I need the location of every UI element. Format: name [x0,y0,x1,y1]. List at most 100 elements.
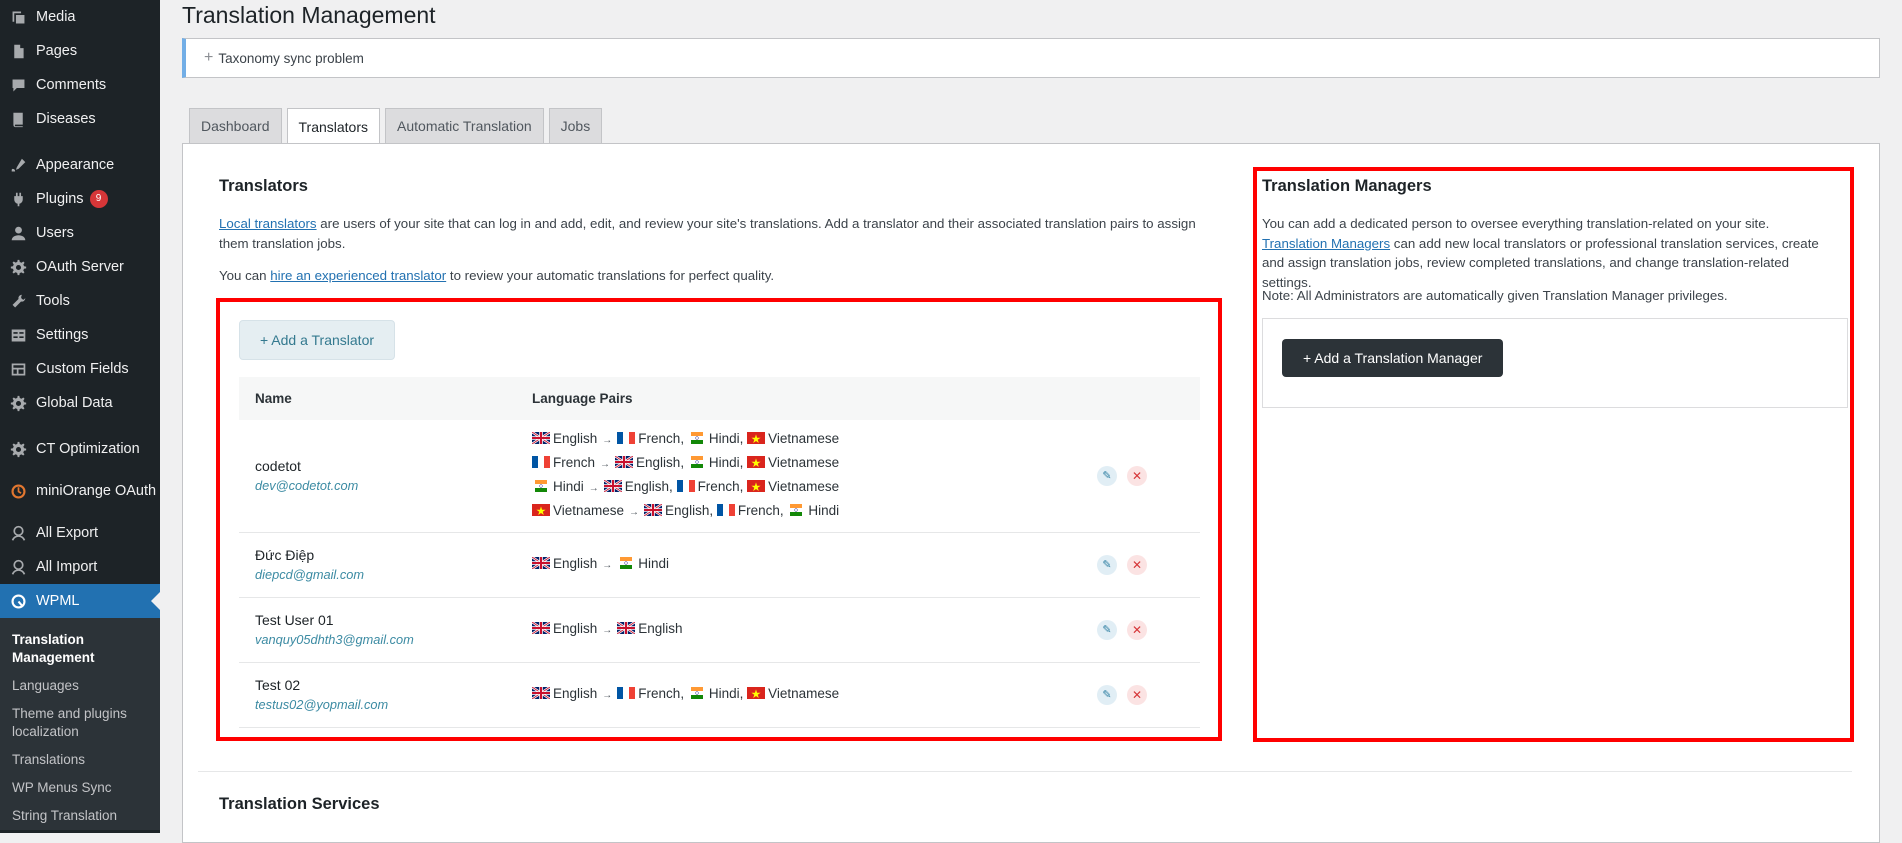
translator-email: dev@codetot.com [255,477,359,493]
flag-vn-icon [747,455,766,468]
submenu-item-translations[interactable]: Translations [0,746,160,774]
sidebar-item-pages[interactable]: Pages [0,34,160,68]
notice-bar[interactable]: + Taxonomy sync problem [182,38,1880,78]
managers-description: You can add a dedicated person to overse… [1262,214,1832,292]
column-header-actions [1096,377,1200,420]
separator: , [779,502,788,518]
tab-translators[interactable]: Translators [286,108,381,144]
sidebar-item-diseases[interactable]: Diseases [0,102,160,136]
local-translators-link[interactable]: Local translators [219,216,317,231]
submenu-item-translation-management[interactable]: Translation Management [0,626,160,672]
delete-x-icon[interactable]: ✕ [1127,554,1147,575]
column-header-language-pairs: Language Pairs [531,377,1096,420]
sidebar-item-custom-fields[interactable]: Custom Fields [0,352,160,386]
actions-cell: ✎ ✕ [1096,420,1200,533]
sidebar-item-miniorange-oauth[interactable]: miniOrange OAuth [0,466,160,516]
notice-text: Taxonomy sync problem [218,50,364,66]
source-language: French [553,454,596,470]
arrow-right-icon: → [602,624,613,636]
flag-uk-icon [617,621,636,634]
flag-in-icon [532,479,550,492]
source-language: English [553,620,598,636]
edit-pencil-icon[interactable]: ✎ [1097,554,1117,575]
sidebar-item-media[interactable]: Media [0,0,160,34]
sidebar-item-users[interactable]: Users [0,216,160,250]
edit-pencil-icon[interactable]: ✎ [1097,684,1117,705]
flag-in-icon [688,431,706,444]
translator-cell: Test User 01 vanquy05dhth3@gmail.com [239,597,531,663]
submenu-item-string-translation[interactable]: String Translation [0,802,160,830]
managers-note: Note: All Administrators are automatical… [1262,288,1728,303]
gear-icon [8,439,28,459]
submenu-item-wp-menus-sync[interactable]: WP Menus Sync [0,774,160,802]
sidebar-item-appearance[interactable]: Appearance [0,148,160,182]
submenu-item-theme-and-plugins-localization[interactable]: Theme and plugins localization [0,700,160,746]
translator-email: vanquy05dhth3@gmail.com [255,631,414,647]
target-language: Vietnamese [768,685,840,701]
flag-fr-icon [676,479,695,492]
target-language: Hindi [638,555,670,571]
sidebar-item-label: CT Optimization [36,441,140,457]
column-header-name: Name [239,377,531,420]
delete-x-icon[interactable]: ✕ [1127,465,1147,486]
plugins-icon [8,189,28,209]
translators-table: Name Language Pairs codetot dev@codetot.c… [239,377,1200,728]
flag-in-icon [688,455,706,468]
edit-pencil-icon[interactable]: ✎ [1097,465,1117,486]
translators-intro: Local translators are users of your site… [219,214,1209,253]
translator-cell: Test 02 testus02@yopmail.com [239,662,531,728]
sidebar-item-oauth-server[interactable]: OAuth Server [0,250,160,284]
sidebar-item-global-data[interactable]: Global Data [0,386,160,420]
target-language: Vietnamese [768,430,840,446]
sidebar-item-comments[interactable]: Comments [0,68,160,102]
flag-in-icon [688,686,706,699]
tab-dashboard[interactable]: Dashboard [189,108,282,143]
flag-uk-icon [532,686,550,699]
target-language: English [638,620,683,636]
sidebar-item-ct-optimization[interactable]: CT Optimization [0,432,160,466]
section-divider [198,771,1852,772]
flag-fr-icon [617,686,636,699]
edit-pencil-icon[interactable]: ✎ [1097,619,1117,640]
language-pairs-cell: English → French, Hindi, Vietnamese [531,662,1096,728]
translation-managers-link[interactable]: Translation Managers [1262,236,1390,251]
flag-uk-icon [615,455,634,468]
sidebar-item-tools[interactable]: Tools [0,284,160,318]
add-translation-manager-button[interactable]: + Add a Translation Manager [1282,339,1504,377]
sidebar-item-plugins[interactable]: Plugins 9 [0,182,160,216]
flag-fr-icon [617,431,636,444]
flag-uk-icon [532,556,550,569]
separator: , [739,685,748,701]
add-translator-button[interactable]: + Add a Translator [239,320,396,360]
target-language: Hindi [808,502,840,518]
target-language: Hindi [708,430,740,446]
separator: , [739,454,748,470]
sidebar-item-label: Plugins [36,191,84,207]
delete-x-icon[interactable]: ✕ [1127,619,1147,640]
import-icon [8,557,28,577]
tab-jobs[interactable]: Jobs [548,108,603,143]
row-actions: ✎ ✕ [1097,554,1199,575]
hire-pre-text: You can [219,268,271,283]
pages-icon [8,41,28,61]
sidebar-item-all-import[interactable]: All Import [0,550,160,584]
source-language: English [553,555,598,571]
hire-translator-link[interactable]: hire an experienced translator [270,268,446,283]
sidebar-item-all-export[interactable]: All Export [0,516,160,550]
wpml-submenu: Translation Management Languages Theme and… [0,618,160,830]
submenu-item-languages[interactable]: Languages [0,672,160,700]
hire-translator-text: You can hire an experienced translator t… [219,266,1209,286]
target-language: English [665,502,710,518]
sidebar-item-label: All Import [36,559,98,575]
separator: , [739,478,748,494]
flag-fr-icon [532,455,550,468]
sidebar-item-label: miniOrange OAuth [36,483,157,499]
translator-cell: Đức Điệp diepcd@gmail.com [239,532,531,598]
tab-automatic-translation[interactable]: Automatic Translation [385,108,544,143]
sidebar-item-settings[interactable]: Settings [0,318,160,352]
sidebar-item-label: Comments [36,77,107,93]
delete-x-icon[interactable]: ✕ [1127,684,1147,705]
book-icon [8,109,28,129]
sidebar-item-label: Users [36,225,74,241]
sidebar-item-wpml[interactable]: WPML [0,584,160,618]
